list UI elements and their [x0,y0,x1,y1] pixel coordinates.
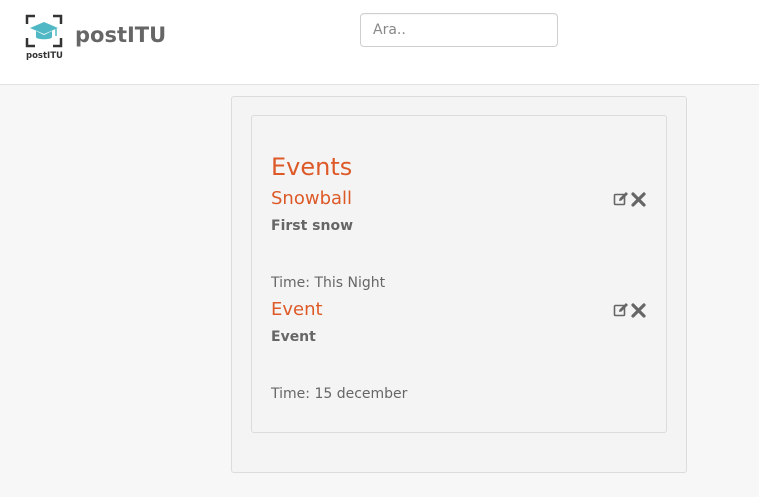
delete-button[interactable] [630,191,646,207]
brand-link[interactable]: postITU postITU [24,14,166,62]
navbar: postITU postITU [0,0,759,85]
event-actions [613,302,646,318]
graduation-cap-icon [25,14,63,48]
delete-button[interactable] [630,302,646,318]
logo-caption: postITU [26,51,63,61]
event-time: Time: This Night [271,275,385,291]
close-icon [630,302,646,318]
edit-icon [613,303,628,317]
event-time-label: Time: [271,386,310,402]
brand-name[interactable]: postITU [75,23,166,47]
event-title[interactable]: Snowball [271,188,352,209]
event-time-value: 15 december [314,386,408,402]
edit-button[interactable] [613,302,629,318]
search-input[interactable] [360,13,558,47]
edit-icon [613,192,628,206]
close-icon [630,191,646,207]
edit-button[interactable] [613,191,629,207]
events-heading: Events [271,153,353,181]
event-title[interactable]: Event [271,299,323,320]
event-actions [613,191,646,207]
event-description: First snow [271,218,354,234]
event-time-label: Time: [271,275,310,291]
logo: postITU [24,14,64,62]
event-description: Event [271,329,316,345]
event-time: Time: 15 december [271,386,407,402]
event-time-value: This Night [314,275,386,291]
